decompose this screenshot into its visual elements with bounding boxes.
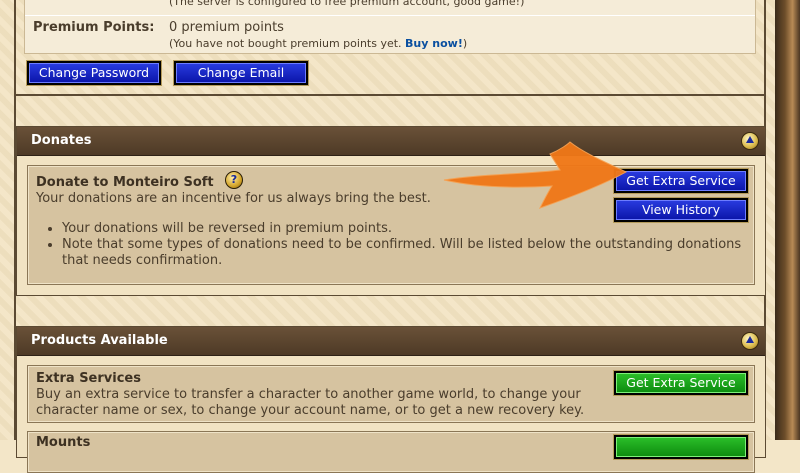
free-premium-note: (The server is configured to free premiu… [169, 0, 525, 8]
premium-points-row: Premium Points: 0 premium points (You ha… [25, 16, 755, 53]
premium-note-end: ) [462, 37, 468, 50]
decorative-side-art [775, 0, 800, 440]
list-item: Your donations will be reversed in premi… [62, 221, 742, 237]
change-email-button[interactable]: Change Email [173, 60, 309, 86]
mounts-box: Mounts [27, 431, 755, 473]
annotation-arrow-icon [443, 141, 628, 209]
donate-title: Donate to Monteiro Soft [36, 175, 214, 190]
list-item: Note that some types of donations need t… [62, 237, 742, 269]
donate-box: Donate to Monteiro Soft ? Your donations… [27, 165, 755, 285]
premium-note-text: (You have not bought premium points yet. [169, 37, 402, 50]
account-info-table: (The server is configured to free premiu… [24, 0, 756, 54]
help-icon[interactable]: ? [225, 171, 243, 189]
extra-services-desc: Buy an extra service to transfer a chara… [36, 387, 585, 418]
products-header: Products Available [17, 327, 765, 356]
mounts-title: Mounts [36, 435, 91, 450]
mounts-button[interactable] [613, 434, 749, 460]
get-extra-service-button[interactable]: Get Extra Service [613, 168, 749, 194]
collapse-icon[interactable] [741, 332, 759, 350]
donates-header: Donates [17, 127, 765, 156]
collapse-icon[interactable] [741, 132, 759, 150]
premium-points-note: (You have not bought premium points yet.… [169, 37, 467, 50]
donates-section: Donates Donate to Monteiro Soft ? Your d… [16, 126, 766, 296]
extra-services-box: Extra Services Buy an extra service to t… [27, 365, 755, 423]
change-password-button[interactable]: Change Password [26, 60, 162, 86]
free-premium-row: (The server is configured to free premiu… [25, 0, 755, 16]
donates-header-title: Donates [31, 133, 92, 148]
products-section: Products Available Extra Services Buy an… [16, 326, 766, 473]
products-header-title: Products Available [31, 333, 168, 348]
premium-points-value: 0 premium points [169, 20, 284, 35]
view-history-button[interactable]: View History [613, 197, 749, 223]
get-extra-service-green-button[interactable]: Get Extra Service [613, 370, 749, 396]
premium-points-label: Premium Points: [33, 20, 155, 35]
donate-subtitle: Your donations are an incentive for us a… [36, 191, 431, 206]
section-divider [14, 94, 766, 96]
buy-now-link[interactable]: Buy now! [405, 37, 463, 50]
donate-notes-list: Your donations will be reversed in premi… [36, 221, 742, 269]
extra-services-title: Extra Services [36, 371, 141, 386]
